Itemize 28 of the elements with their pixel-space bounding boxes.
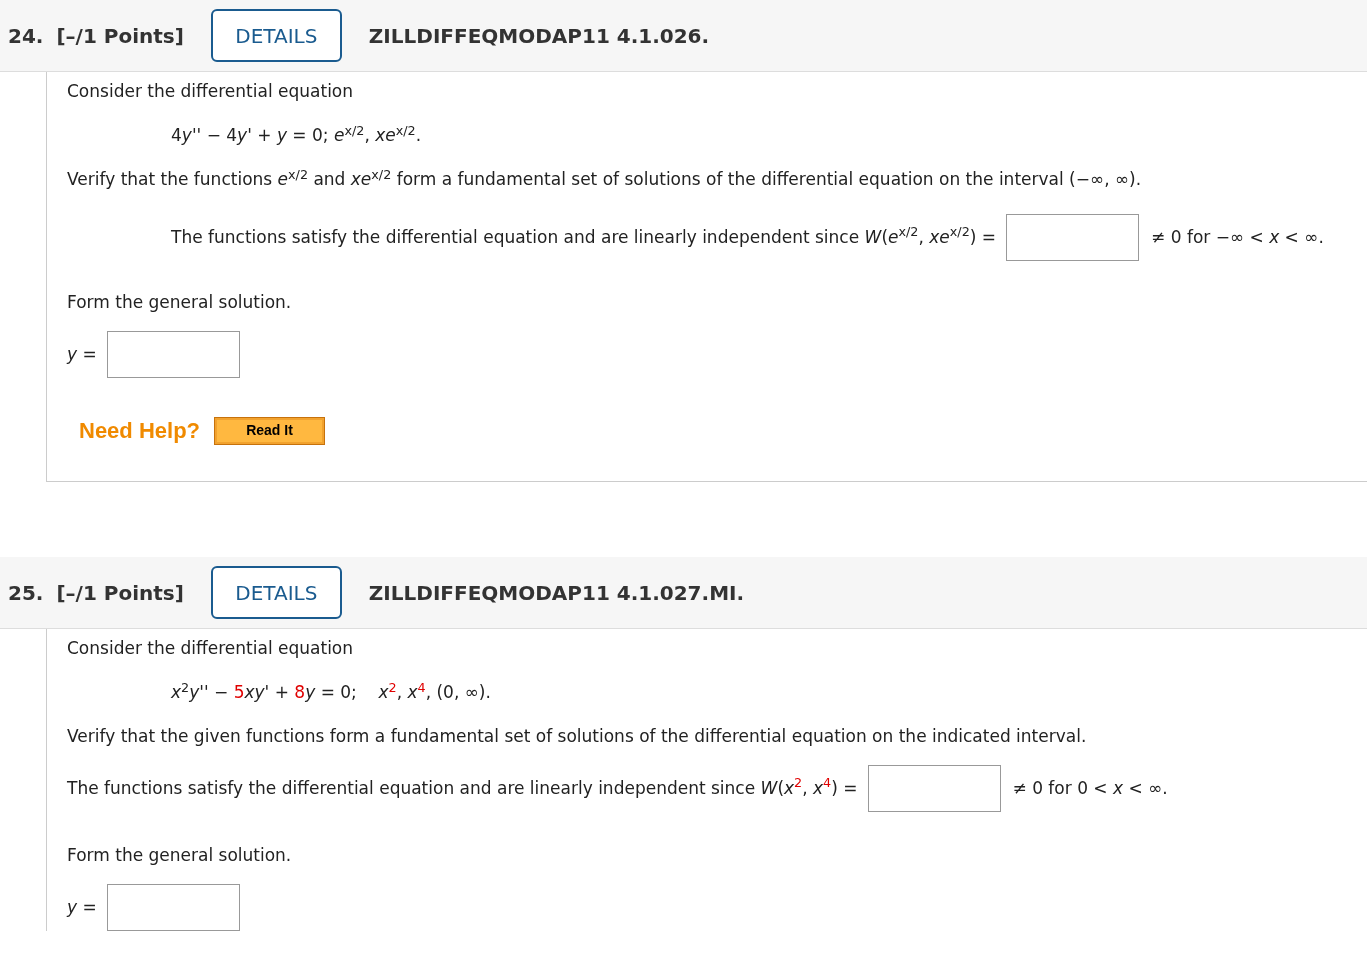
question-text: ≠ 0 for −∞ < x < ∞.: [1151, 225, 1324, 249]
points-label: [–/1 Points]: [56, 22, 184, 50]
problem-code: ZILLDIFFEQMODAP11 4.1.026.: [368, 22, 710, 50]
details-button[interactable]: DETAILS: [210, 9, 342, 62]
question-text: Verify that the functions e$^{x/2}$ and xe$^{x/2}$ form a fundamental set of solutions of the differential equation on the interval (−∞, ∞).: [67, 168, 1143, 190]
answer-field[interactable]: [106, 331, 240, 378]
equation: x$^{2}$y'' − 5xy' + 8y = 0; x$^{2}$, x$^{4}$, (0, ∞).: [171, 681, 492, 703]
question-text: The functions satisfy the differential equation and are linearly independent since W(e$^{x/2}$, xe$^{x/2}$) =: [171, 224, 997, 249]
equation: 4y'' − 4y' + y = 0; e$^{x/2}$, xe$^{x/2}$.: [171, 124, 423, 146]
question-number: 25.: [8, 579, 44, 607]
question-number: 24.: [8, 22, 44, 50]
answer-label: y =: [67, 895, 97, 919]
read-it-button[interactable]: Read It: [214, 416, 326, 445]
answer-field[interactable]: [106, 884, 240, 931]
answer-field[interactable]: [867, 765, 1001, 812]
points-label: [–/1 Points]: [56, 579, 184, 607]
question-text: Consider the differential equation: [67, 80, 355, 102]
question-text: The functions satisfy the differential equation and are linearly independent since W(x$^{2}$, x$^{4}$) =: [67, 775, 858, 800]
answer-field[interactable]: [1006, 214, 1140, 261]
question-text: Form the general solution.: [67, 291, 293, 313]
question-text: Verify that the given functions form a fundamental set of solutions of the differential equation on the indicated interval.: [67, 725, 1088, 747]
answer-label: y =: [67, 342, 97, 366]
details-button[interactable]: DETAILS: [210, 566, 342, 619]
question-text: Form the general solution.: [67, 844, 293, 866]
question-text: ≠ 0 for 0 < x < ∞.: [1012, 776, 1168, 800]
help-label: Need Help?: [79, 417, 201, 445]
question-text: Consider the differential equation: [67, 637, 355, 659]
problem-code: ZILLDIFFEQMODAP11 4.1.027.MI.: [368, 579, 745, 607]
